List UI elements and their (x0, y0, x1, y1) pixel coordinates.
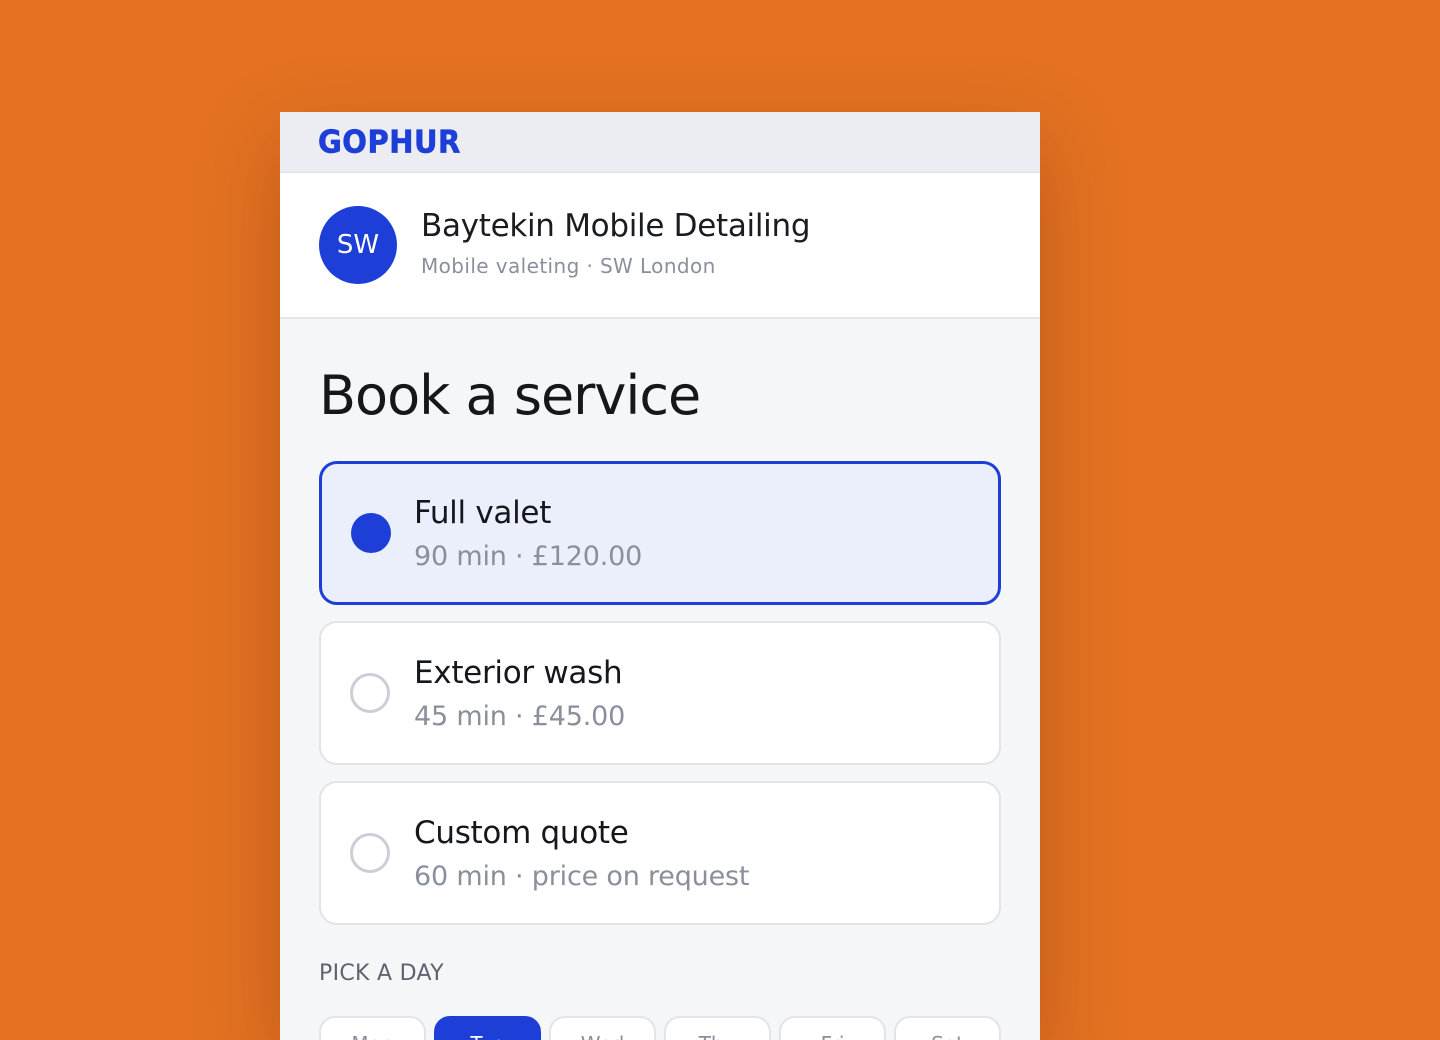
radio-unselected-icon[interactable] (350, 833, 390, 873)
booking-panel: GOPHUR SW Baytekin Mobile Detailing Mobi… (280, 112, 1040, 1040)
service-text: Custom quote 60 min · price on request (414, 813, 749, 894)
day-chip-tue[interactable]: Tue (434, 1016, 541, 1040)
business-subtitle: Mobile valeting · SW London (421, 253, 716, 278)
pick-a-day-label: PICK A DAY (319, 961, 444, 986)
service-text: Full valet 90 min · £120.00 (414, 493, 642, 574)
service-meta: 45 min · £45.00 (414, 701, 626, 732)
service-name: Full valet (414, 495, 552, 531)
day-chip-mon[interactable]: Mon (319, 1016, 426, 1040)
service-meta: 90 min · £120.00 (414, 541, 643, 572)
business-info: Baytekin Mobile Detailing Mobile valetin… (421, 208, 811, 278)
day-chip-wed[interactable]: Wed (549, 1016, 656, 1040)
service-list: Full valet 90 min · £120.00 Exterior was… (319, 461, 1001, 925)
service-meta: 60 min · price on request (414, 861, 750, 892)
main-content: Book a service Full valet 90 min · £120.… (280, 363, 1040, 1040)
radio-unselected-icon[interactable] (350, 673, 390, 713)
day-chip-sat[interactable]: Sat (894, 1016, 1001, 1040)
radio-selected-icon[interactable] (351, 513, 391, 553)
business-name: Baytekin Mobile Detailing (421, 208, 811, 245)
day-chip-fri[interactable]: Fri (779, 1016, 886, 1040)
business-header: SW Baytekin Mobile Detailing Mobile vale… (280, 173, 1040, 319)
service-name: Custom quote (414, 815, 629, 851)
service-text: Exterior wash 45 min · £45.00 (414, 653, 625, 734)
day-chip-thu[interactable]: Thu (664, 1016, 771, 1040)
avatar: SW (319, 206, 397, 284)
day-picker: Mon Tue Wed Thu Fri Sat (319, 1016, 1001, 1040)
service-option-exterior-wash[interactable]: Exterior wash 45 min · £45.00 (319, 621, 1001, 765)
service-option-full-valet[interactable]: Full valet 90 min · £120.00 (319, 461, 1001, 605)
service-name: Exterior wash (414, 655, 623, 691)
page-title: Book a service (319, 364, 701, 427)
service-option-custom-quote[interactable]: Custom quote 60 min · price on request (319, 781, 1001, 925)
gophur-logo[interactable]: GOPHUR (318, 124, 461, 161)
top-bar: GOPHUR (280, 112, 1040, 173)
